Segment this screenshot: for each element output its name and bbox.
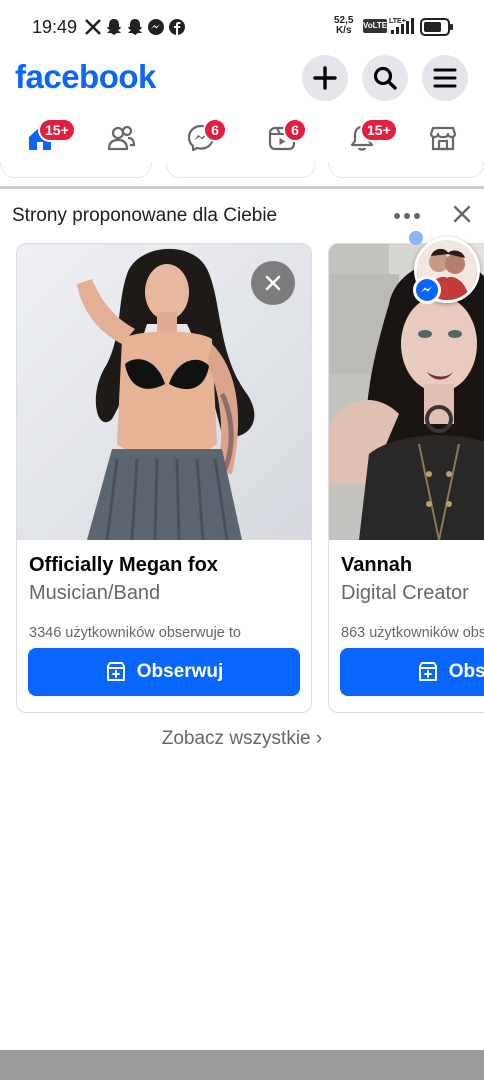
- home-badge: 15+: [38, 118, 76, 142]
- status-bar: 19:49 52,5 K/s VoLTE LTE+: [0, 0, 484, 54]
- page-category: Digital Creator: [341, 582, 469, 604]
- suggested-page-card[interactable]: Officially Megan fox Musician/Band 3346 …: [16, 243, 312, 713]
- tab-friends[interactable]: [101, 118, 141, 158]
- lte-label: LTE+: [389, 18, 406, 25]
- status-time: 19:49: [32, 17, 78, 37]
- page-name[interactable]: Officially Megan fox: [29, 554, 218, 577]
- follow-button[interactable]: Obserwuj: [340, 648, 484, 696]
- messenger-badge: 6: [203, 118, 227, 142]
- signal-icon: LTE+: [389, 18, 414, 34]
- page-followers: 3346 użytkowników obserwuje to: [29, 625, 241, 641]
- messenger-badge-icon: [413, 276, 441, 304]
- marketplace-icon: [429, 126, 457, 151]
- story-card-stub[interactable]: [166, 162, 316, 178]
- follow-page-icon: [106, 662, 125, 681]
- plus-icon: [313, 66, 337, 90]
- suggested-pages-title: Strony proponowane dla Ciebie: [12, 205, 278, 226]
- dismiss-card-button[interactable]: [251, 261, 295, 305]
- network-speed: 52,5 K/s: [334, 16, 353, 36]
- suggested-page-card[interactable]: Vannah Digital Creator 863 użytkowników …: [328, 243, 484, 713]
- menu-button[interactable]: [422, 55, 468, 101]
- snapchat-icon: [107, 19, 121, 35]
- facebook-status-icon: [169, 19, 185, 35]
- page-category: Musician/Band: [29, 582, 161, 604]
- story-card-stub[interactable]: [328, 162, 484, 178]
- volte-indicator: VoLTE: [363, 19, 387, 33]
- see-all-link[interactable]: Zobacz wszystkie ›: [0, 728, 484, 752]
- hamburger-icon: [433, 68, 457, 88]
- messenger-status-icon: [148, 19, 164, 35]
- page-followers: 863 użytkowników obserwuje to: [341, 625, 484, 641]
- follow-page-icon: [418, 662, 437, 681]
- story-card-stub[interactable]: [0, 162, 152, 178]
- close-icon: [265, 275, 281, 291]
- messenger-icon: [416, 279, 438, 301]
- chathead-drag-indicator: [409, 231, 423, 245]
- page-name[interactable]: Vannah: [341, 554, 412, 577]
- battery-icon: [420, 18, 453, 36]
- close-section-icon[interactable]: [451, 203, 473, 225]
- create-button[interactable]: [302, 55, 348, 101]
- speed-unit: K/s: [335, 25, 352, 36]
- follow-button-label: Obserwuj: [448, 661, 484, 682]
- snapchat-icon-2: [128, 19, 142, 35]
- notifications-badge: 15+: [360, 118, 398, 142]
- tab-marketplace[interactable]: [423, 118, 463, 158]
- section-divider: [0, 186, 484, 189]
- x-app-icon: [85, 19, 101, 35]
- follow-button-label: Obserwuj: [136, 661, 224, 682]
- system-navigation-bar: [0, 1050, 484, 1080]
- more-options-icon[interactable]: [393, 212, 421, 220]
- follow-button[interactable]: Obserwuj: [28, 648, 300, 696]
- facebook-logo[interactable]: facebook: [15, 58, 156, 96]
- friends-icon: [107, 125, 136, 151]
- facebook-feed-screen: 19:49 52,5 K/s VoLTE LTE+ facebook 15+ 6…: [0, 0, 484, 1080]
- search-button[interactable]: [362, 55, 408, 101]
- video-badge: 6: [283, 118, 307, 142]
- search-icon: [373, 66, 397, 90]
